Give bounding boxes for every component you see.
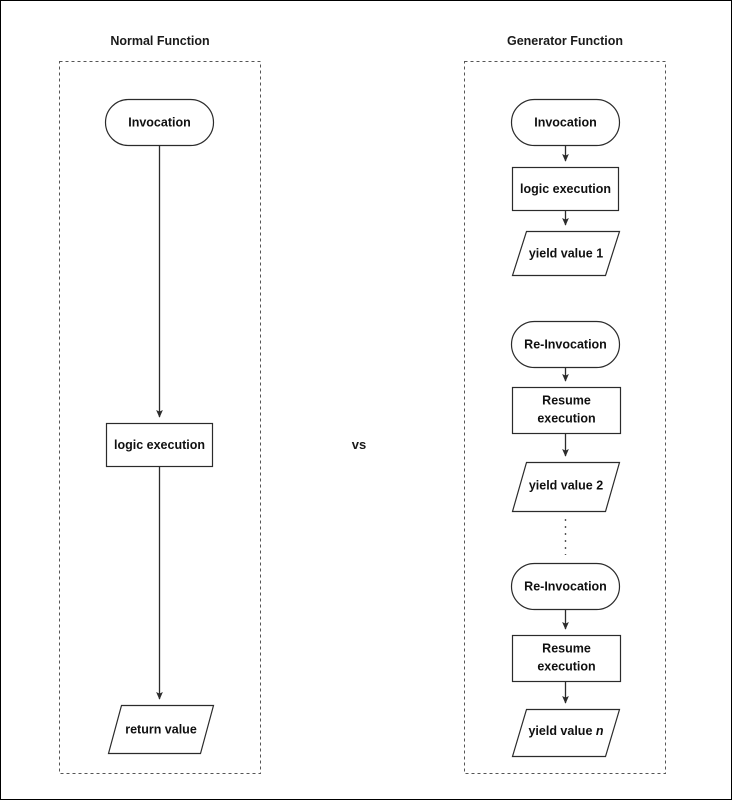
- node-label-resume-execution-2-line1: Resume: [542, 641, 591, 655]
- node-label-invocation-generator: Invocation: [534, 115, 597, 129]
- node-label-resume-execution-1-line2: execution: [537, 411, 595, 425]
- node-label-resume-execution-1-line1: Resume: [542, 393, 591, 407]
- yield-value-n-prefix: yield value: [528, 724, 595, 738]
- column-title-normal-function: Normal Function: [110, 34, 209, 48]
- node-label-yield-value-1: yield value 1: [529, 246, 603, 260]
- node-label-invocation-normal: Invocation: [128, 115, 191, 129]
- node-label-re-invocation-2: Re-Invocation: [524, 579, 607, 593]
- node-label-resume-execution-2-line2: execution: [537, 659, 595, 673]
- comparison-separator-label: vs: [352, 437, 366, 452]
- node-label-logic-execution-generator: logic execution: [520, 182, 611, 196]
- column-title-generator-function: Generator Function: [507, 34, 623, 48]
- node-label-return-value: return value: [125, 722, 197, 736]
- node-label-yield-value-n: yield value n: [528, 724, 603, 738]
- diagram-canvas: Normal Function Invocation logic executi…: [0, 0, 732, 800]
- node-label-re-invocation-1: Re-Invocation: [524, 337, 607, 351]
- node-label-yield-value-2: yield value 2: [529, 478, 603, 492]
- yield-value-n-italic-suffix: n: [596, 724, 604, 738]
- flowchart-svg: Normal Function Invocation logic executi…: [59, 34, 666, 774]
- node-label-logic-execution-normal: logic execution: [114, 438, 205, 452]
